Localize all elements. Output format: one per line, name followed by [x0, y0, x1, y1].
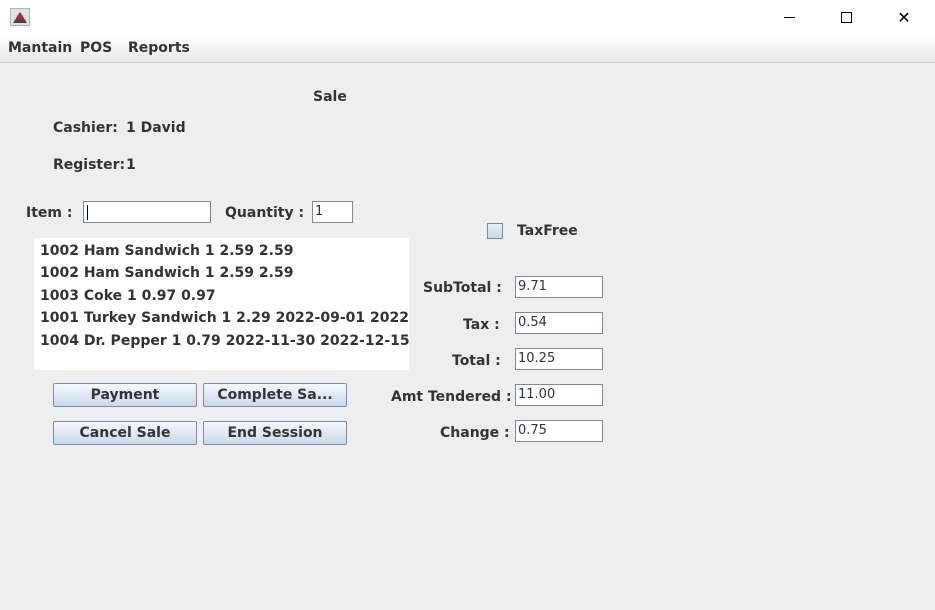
tax-field[interactable]: 0.54	[515, 312, 603, 334]
change-field[interactable]: 0.75	[515, 420, 603, 442]
item-label: Item :	[26, 205, 73, 221]
close-button[interactable]: ✕	[875, 0, 933, 34]
maximize-icon	[840, 11, 852, 23]
minimize-button[interactable]	[760, 0, 818, 34]
quantity-input-value: 1	[315, 204, 324, 219]
total-label: Total :	[452, 353, 501, 369]
maximize-button[interactable]	[817, 0, 875, 34]
menu-bar: Mantain POS Reports	[0, 34, 935, 63]
item-input[interactable]	[83, 201, 211, 223]
subtotal-value: 9.71	[518, 279, 547, 294]
sale-items-list[interactable]: 1002 Ham Sandwich 1 2.59 2.59 1002 Ham S…	[34, 238, 409, 370]
list-item[interactable]: 1003 Coke 1 0.97 0.97	[40, 288, 216, 304]
list-item[interactable]: 1002 Ham Sandwich 1 2.59 2.59	[40, 243, 293, 259]
menu-mantain[interactable]: Mantain	[8, 40, 72, 56]
minimize-icon	[783, 16, 795, 18]
app-icon	[10, 8, 30, 26]
list-item[interactable]: 1002 Ham Sandwich 1 2.59 2.59	[40, 265, 293, 281]
cashier-value: 1 David	[126, 120, 186, 136]
quantity-input[interactable]: 1	[312, 201, 353, 223]
change-label: Change :	[440, 425, 510, 441]
quantity-label: Quantity :	[225, 205, 305, 221]
cashier-label: Cashier:	[53, 120, 118, 136]
end-session-button[interactable]: End Session	[203, 421, 347, 445]
amt-tendered-field[interactable]: 11.00	[515, 384, 603, 406]
menu-pos[interactable]: POS	[80, 40, 112, 56]
amt-tendered-value: 11.00	[518, 387, 556, 402]
subtotal-label: SubTotal :	[423, 280, 502, 296]
close-icon: ✕	[897, 7, 911, 27]
tax-label: Tax :	[463, 317, 500, 333]
complete-sale-button[interactable]: Complete Sa...	[203, 383, 347, 407]
total-value: 10.25	[518, 351, 556, 366]
title-bar: ✕	[0, 0, 935, 34]
amt-tendered-label: Amt Tendered :	[391, 389, 512, 405]
list-item[interactable]: 1001 Turkey Sandwich 1 2.29 2022-09-01 2…	[40, 310, 409, 326]
cancel-sale-button[interactable]: Cancel Sale	[53, 421, 197, 445]
total-field[interactable]: 10.25	[515, 348, 603, 370]
change-value: 0.75	[518, 423, 547, 438]
payment-button[interactable]: Payment	[53, 383, 197, 407]
subtotal-field[interactable]: 9.71	[515, 276, 603, 298]
register-value: 1	[126, 157, 136, 173]
taxfree-label[interactable]: TaxFree	[517, 223, 578, 239]
register-label: Register:	[53, 157, 126, 173]
page-title: Sale	[313, 89, 347, 105]
list-item[interactable]: 1004 Dr. Pepper 1 0.79 2022-11-30 2022-1…	[40, 333, 409, 349]
taxfree-checkbox[interactable]	[487, 223, 503, 239]
menu-reports[interactable]: Reports	[128, 40, 190, 56]
text-caret	[87, 205, 88, 220]
tax-value: 0.54	[518, 315, 547, 330]
